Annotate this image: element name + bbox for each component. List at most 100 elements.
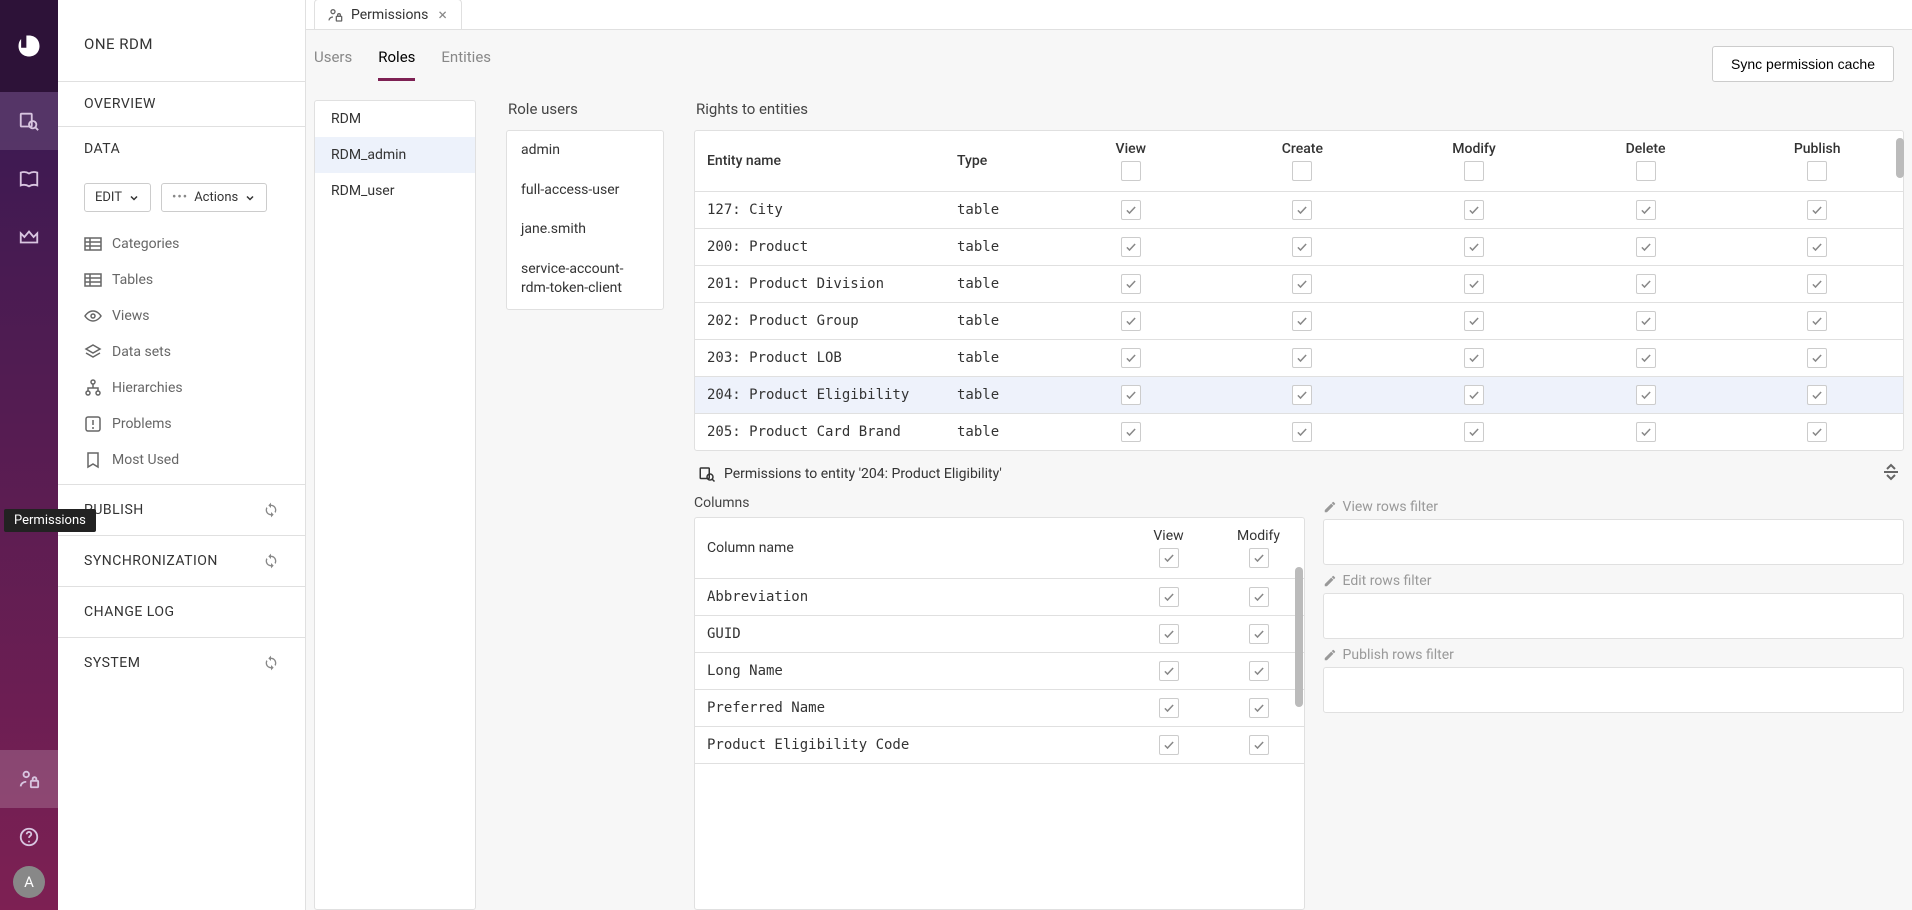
entity-row[interactable]: 204: Product Eligibility table — [695, 377, 1903, 414]
checkbox[interactable] — [1292, 161, 1312, 181]
checkbox[interactable] — [1159, 624, 1179, 644]
rail-help-icon[interactable] — [0, 808, 58, 866]
entity-row[interactable]: 201: Product Division table — [695, 266, 1903, 303]
subtab-entities[interactable]: Entities — [441, 48, 491, 81]
nav-item-categories[interactable]: Categories — [70, 226, 293, 262]
checkbox[interactable] — [1249, 587, 1269, 607]
checkbox[interactable] — [1249, 548, 1269, 568]
nav-item-most used[interactable]: Most Used — [70, 442, 293, 478]
checkbox[interactable] — [1464, 161, 1484, 181]
nav-overview[interactable]: OVERVIEW — [84, 96, 279, 112]
role-item[interactable]: RDM_user — [315, 173, 475, 209]
avatar[interactable]: A — [13, 866, 45, 898]
checkbox[interactable] — [1121, 348, 1141, 368]
checkbox[interactable] — [1292, 385, 1312, 405]
checkbox[interactable] — [1807, 237, 1827, 257]
filter-input[interactable] — [1323, 667, 1904, 713]
checkbox[interactable] — [1292, 422, 1312, 442]
entity-row[interactable]: 203: Product LOB table — [695, 340, 1903, 377]
nav-item-problems[interactable]: Problems — [70, 406, 293, 442]
column-row[interactable]: Abbreviation — [695, 579, 1304, 616]
user-item[interactable]: full-access-user — [507, 171, 663, 211]
filter-label[interactable]: Publish rows filter — [1323, 643, 1904, 667]
filter-label[interactable]: Edit rows filter — [1323, 569, 1904, 593]
subtab-roles[interactable]: Roles — [378, 48, 415, 81]
nav-item-data sets[interactable]: Data sets — [70, 334, 293, 370]
checkbox[interactable] — [1121, 200, 1141, 220]
checkbox[interactable] — [1464, 200, 1484, 220]
checkbox[interactable] — [1159, 661, 1179, 681]
subtab-users[interactable]: Users — [314, 48, 352, 81]
nav-section-system[interactable]: SYSTEM — [58, 637, 305, 688]
checkbox[interactable] — [1636, 237, 1656, 257]
entity-row[interactable]: 127: City table — [695, 192, 1903, 229]
checkbox[interactable] — [1807, 422, 1827, 442]
nav-section-change log[interactable]: CHANGE LOG — [58, 586, 305, 637]
rail-crown-icon[interactable] — [0, 208, 58, 266]
checkbox[interactable] — [1292, 274, 1312, 294]
checkbox[interactable] — [1292, 237, 1312, 257]
checkbox[interactable] — [1636, 274, 1656, 294]
actions-dropdown[interactable]: ••• Actions — [161, 183, 267, 212]
entity-row[interactable]: 205: Product Card Brand table — [695, 414, 1903, 450]
filter-input[interactable] — [1323, 519, 1904, 565]
column-row[interactable]: Preferred Name — [695, 690, 1304, 727]
checkbox[interactable] — [1464, 311, 1484, 331]
checkbox[interactable] — [1121, 422, 1141, 442]
checkbox[interactable] — [1121, 237, 1141, 257]
user-item[interactable]: admin — [507, 131, 663, 171]
checkbox[interactable] — [1807, 348, 1827, 368]
checkbox[interactable] — [1464, 385, 1484, 405]
rail-permissions-icon[interactable] — [0, 750, 58, 808]
filter-label[interactable]: View rows filter — [1323, 495, 1904, 519]
checkbox[interactable] — [1292, 311, 1312, 331]
checkbox[interactable] — [1636, 348, 1656, 368]
checkbox[interactable] — [1636, 311, 1656, 331]
checkbox[interactable] — [1464, 237, 1484, 257]
checkbox[interactable] — [1159, 698, 1179, 718]
rail-book-icon[interactable] — [0, 150, 58, 208]
checkbox[interactable] — [1807, 274, 1827, 294]
nav-item-tables[interactable]: Tables — [70, 262, 293, 298]
checkbox[interactable] — [1807, 161, 1827, 181]
nav-data[interactable]: DATA — [84, 141, 279, 157]
checkbox[interactable] — [1807, 200, 1827, 220]
user-item[interactable]: jane.smith — [507, 210, 663, 250]
checkbox[interactable] — [1636, 422, 1656, 442]
column-row[interactable]: Product Eligibility Code — [695, 727, 1304, 764]
checkbox[interactable] — [1159, 735, 1179, 755]
column-row[interactable]: GUID — [695, 616, 1304, 653]
checkbox[interactable] — [1292, 348, 1312, 368]
checkbox[interactable] — [1464, 274, 1484, 294]
filter-input[interactable] — [1323, 593, 1904, 639]
column-row[interactable]: Long Name — [695, 653, 1304, 690]
sync-permission-cache-button[interactable]: Sync permission cache — [1712, 46, 1894, 82]
checkbox[interactable] — [1636, 200, 1656, 220]
nav-item-views[interactable]: Views — [70, 298, 293, 334]
edit-dropdown[interactable]: EDIT — [84, 183, 151, 212]
checkbox[interactable] — [1464, 348, 1484, 368]
checkbox[interactable] — [1159, 548, 1179, 568]
checkbox[interactable] — [1249, 661, 1269, 681]
checkbox[interactable] — [1807, 385, 1827, 405]
entity-row[interactable]: 202: Product Group table — [695, 303, 1903, 340]
logo[interactable] — [0, 0, 58, 92]
nav-item-hierarchies[interactable]: Hierarchies — [70, 370, 293, 406]
close-icon[interactable]: × — [436, 5, 449, 24]
tab-permissions[interactable]: Permissions × — [314, 0, 462, 29]
role-item[interactable]: RDM — [315, 101, 475, 137]
checkbox[interactable] — [1292, 200, 1312, 220]
checkbox[interactable] — [1121, 311, 1141, 331]
checkbox[interactable] — [1121, 385, 1141, 405]
checkbox[interactable] — [1807, 311, 1827, 331]
checkbox[interactable] — [1159, 587, 1179, 607]
rail-search-icon[interactable] — [0, 92, 58, 150]
resize-handle-icon[interactable] — [1882, 463, 1900, 485]
checkbox[interactable] — [1636, 385, 1656, 405]
checkbox[interactable] — [1249, 735, 1269, 755]
checkbox[interactable] — [1121, 274, 1141, 294]
user-item[interactable]: service-account-rdm-token-client — [507, 250, 663, 309]
checkbox[interactable] — [1249, 624, 1269, 644]
checkbox[interactable] — [1636, 161, 1656, 181]
role-item[interactable]: RDM_admin — [315, 137, 475, 173]
